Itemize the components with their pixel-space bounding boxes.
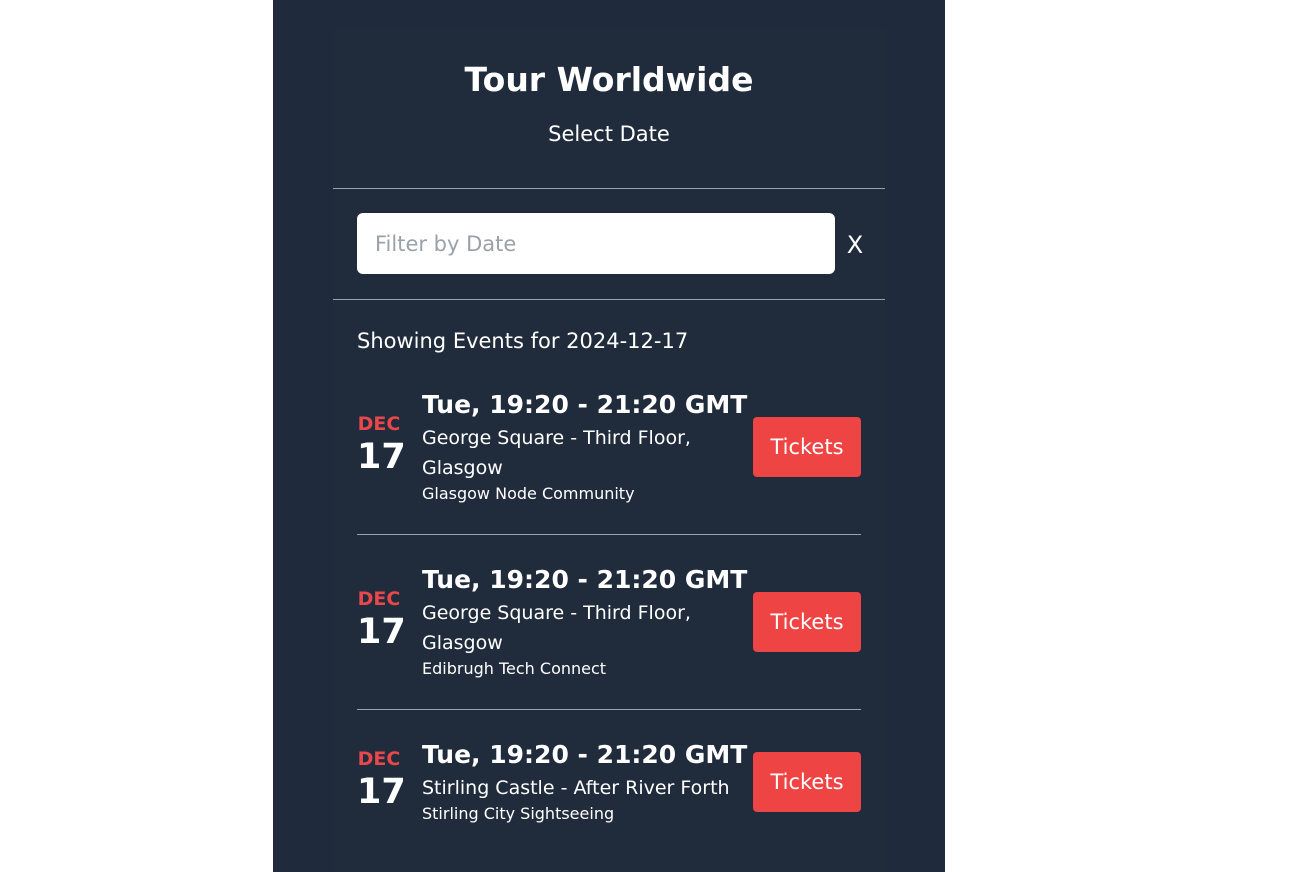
event-month: DEC xyxy=(357,748,401,770)
event-day: 17 xyxy=(357,437,406,477)
page-subtitle: Select Date xyxy=(548,122,670,146)
event-info: Tue, 19:20 - 21:20 GMT Stirling Castle -… xyxy=(422,739,748,825)
event-date: DEC 17 xyxy=(357,748,406,814)
tickets-button[interactable]: Tickets xyxy=(753,417,861,477)
event-day: 17 xyxy=(357,772,406,812)
event-info: Tue, 19:20 - 21:20 GMT George Square - T… xyxy=(422,389,748,505)
event-organizer: Edibrugh Tech Connect xyxy=(422,659,607,678)
event-item: DEC 17 Tue, 19:20 - 21:20 GMT Stirling C… xyxy=(357,710,861,860)
event-time: Tue, 19:20 - 21:20 GMT xyxy=(422,390,748,419)
page-title: Tour Worldwide xyxy=(464,60,754,99)
event-date: DEC 17 xyxy=(357,413,406,479)
event-venue: George Square - Third Floor, Glasgow xyxy=(422,602,691,654)
event-venue: Stirling Castle - After River Forth xyxy=(422,777,730,799)
showing-events-label: Showing Events for 2024-12-17 xyxy=(357,329,689,353)
events-card: Tour Worldwide Select Date X Showing Eve… xyxy=(333,28,885,872)
filter-row: X xyxy=(333,189,885,300)
event-time: Tue, 19:20 - 21:20 GMT xyxy=(422,565,748,594)
event-info: Tue, 19:20 - 21:20 GMT George Square - T… xyxy=(422,564,748,680)
date-filter-input[interactable] xyxy=(357,213,835,274)
event-item: DEC 17 Tue, 19:20 - 21:20 GMT George Squ… xyxy=(357,535,861,710)
event-item: DEC 17 Tue, 19:20 - 21:20 GMT George Squ… xyxy=(357,378,861,535)
event-venue: George Square - Third Floor, Glasgow xyxy=(422,427,691,479)
tickets-button[interactable]: Tickets xyxy=(753,592,861,652)
tickets-button[interactable]: Tickets xyxy=(753,752,861,812)
event-month: DEC xyxy=(357,413,401,435)
event-time: Tue, 19:20 - 21:20 GMT xyxy=(422,740,748,769)
event-organizer: Stirling City Sightseeing xyxy=(422,804,615,823)
page-header: Tour Worldwide Select Date xyxy=(333,28,885,189)
app-panel: Tour Worldwide Select Date X Showing Eve… xyxy=(273,0,945,872)
event-month: DEC xyxy=(357,588,401,610)
event-organizer: Glasgow Node Community xyxy=(422,484,635,503)
event-date: DEC 17 xyxy=(357,588,406,654)
event-day: 17 xyxy=(357,612,406,652)
clear-filter-button[interactable]: X xyxy=(843,227,867,263)
